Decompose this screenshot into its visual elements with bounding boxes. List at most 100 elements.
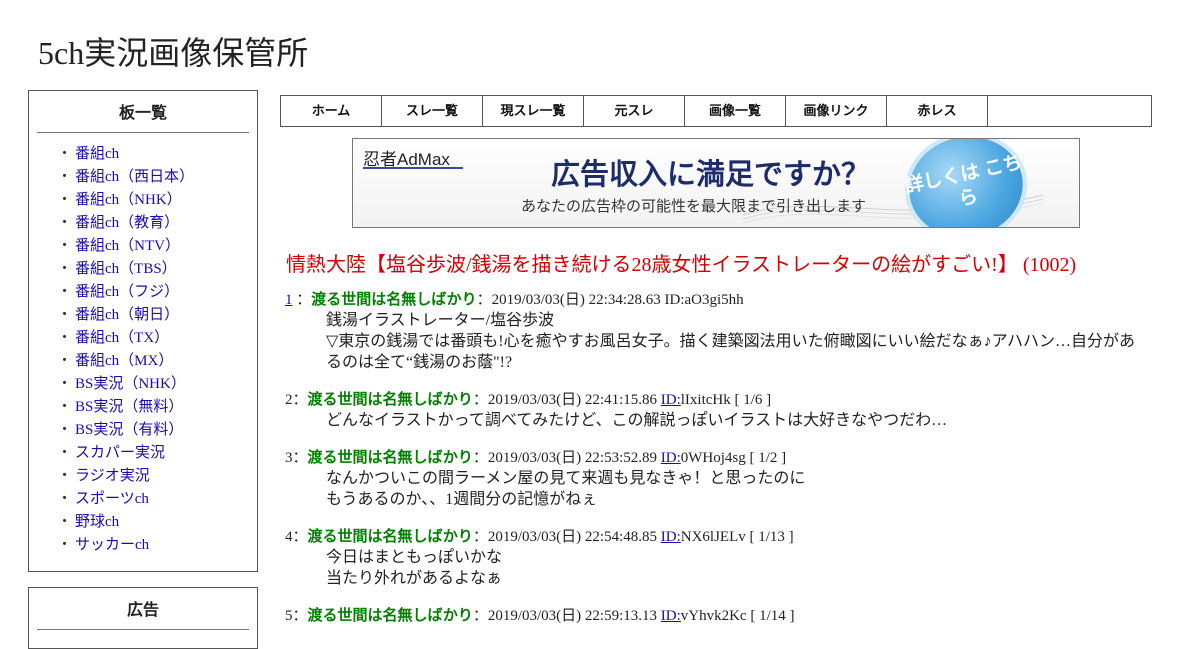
bullet: ・ (57, 261, 73, 277)
board-list-title: 板一覧 (37, 99, 249, 133)
board-list-item: ・サッカーch (29, 534, 257, 557)
board-link[interactable]: 番組ch（教育） (75, 215, 179, 231)
post-line: 今日はまともっぽいかな (326, 549, 503, 566)
post-date: 2019/03/03(日) 22:34:28.63 (491, 292, 661, 308)
bullet: ・ (57, 353, 73, 369)
board-link[interactable]: 番組ch（TBS） (75, 261, 177, 277)
post-id-value: aO3gi5hh (684, 292, 744, 308)
post-body: なんかついこの間ラーメン屋の見て来週も見なきゃ！と思ったのに もうあるのか、、1週… (326, 468, 1141, 510)
board-link[interactable]: ラジオ実況 (75, 468, 150, 484)
post-date: 2019/03/03(日) 22:41:15.86 (487, 392, 658, 408)
board-link[interactable]: BS実況（無料） (75, 399, 183, 415)
post-author-name: 渡る世間は名無しばかり (311, 291, 477, 308)
post-id-value: lIxitcHk (680, 392, 731, 408)
bullet: ・ (57, 284, 73, 300)
post-count: [ 1/14 ] (750, 608, 795, 624)
ad-panel: 広告 (28, 587, 258, 649)
bullet: ・ (57, 537, 73, 553)
board-list: ・番組ch ・番組ch（西日本）・番組ch（NHK）・番組ch（教育）・番組ch（… (29, 133, 257, 565)
bullet: ・ (57, 215, 73, 231)
post-author-name: 渡る世間は名無しばかり (307, 528, 473, 545)
post-id-value: vYhvk2Kc (680, 608, 747, 624)
bullet: ・ (57, 169, 73, 185)
post-number[interactable]: 1 (285, 292, 293, 308)
bullet: ・ (57, 238, 73, 254)
post-count: [ 1/2 ] (749, 450, 787, 466)
post-number: 5 (285, 608, 293, 624)
bullet: ・ (57, 514, 73, 530)
board-link[interactable]: 番組ch（MX） (75, 353, 173, 369)
board-link[interactable]: スカパー実況 (75, 445, 165, 461)
board-link[interactable]: スポーツch (75, 491, 149, 507)
post-header: 5：渡る世間は名無しばかり：2019/03/03(日) 22:59:13.13 … (285, 607, 795, 624)
post-author-name: 渡る世間は名無しばかり (307, 449, 473, 466)
post-id-value: NX6lJELv (680, 529, 746, 545)
post-header: 4：渡る世間は名無しばかり：2019/03/03(日) 22:54:48.85 … (285, 528, 794, 545)
board-link[interactable]: BS実況（有料） (75, 422, 183, 438)
post-date: 2019/03/03(日) 22:54:48.85 (487, 529, 658, 545)
nav-tab[interactable]: 赤レス (887, 96, 988, 126)
post: 4：渡る世間は名無しばかり：2019/03/03(日) 22:54:48.85 … (285, 527, 1155, 589)
board-link[interactable]: 野球ch (75, 514, 119, 530)
board-list-item: ・野球ch (29, 511, 257, 534)
board-list-item: ・番組ch（TBS） (29, 258, 257, 281)
board-link[interactable]: サッカーch (75, 537, 149, 553)
board-list-item: ・番組ch (29, 143, 257, 166)
board-link[interactable]: 番組ch（西日本） (75, 169, 194, 185)
nav-tab[interactable]: 現スレ一覧 (483, 96, 584, 126)
bullet: ・ (57, 307, 73, 323)
board-list-item: ・番組ch（MX） (29, 350, 257, 373)
bullet: ・ (57, 468, 73, 484)
post-header: 1 ：渡る世間は名無しばかり：2019/03/03(日) 22:34:28.63… (285, 291, 744, 308)
nav-tab[interactable]: スレ一覧 (382, 96, 483, 126)
nav-tab[interactable]: 元スレ (584, 96, 685, 126)
post: 3：渡る世間は名無しばかり：2019/03/03(日) 22:53:52.89 … (285, 448, 1155, 510)
post: 1 ：渡る世間は名無しばかり：2019/03/03(日) 22:34:28.63… (285, 290, 1155, 373)
post-id-value: 0WHoj4sg (680, 450, 746, 466)
nav-tab[interactable]: 画像一覧 (685, 96, 786, 126)
board-list-item: ・ BS実況（有料） (29, 419, 257, 442)
ad-panel-title: 広告 (37, 596, 249, 630)
board-link[interactable]: 番組ch（NHK） (75, 192, 182, 208)
site-title: 5ch実況画像保管所 (38, 35, 309, 71)
board-list-item: ・番組ch（NTV） (29, 235, 257, 258)
board-link[interactable]: BS実況（NHK） (75, 376, 186, 392)
board-link[interactable]: 番組ch (75, 146, 119, 162)
board-link[interactable]: 番組ch（NTV） (75, 238, 180, 254)
post-date: 2019/03/03(日) 22:53:52.89 (487, 450, 658, 466)
board-list-item: ・番組ch（西日本） (29, 166, 257, 189)
bullet: ・ (57, 330, 73, 346)
board-list-item: ・ BS実況（無料） (29, 396, 257, 419)
nav-tab[interactable]: 画像リンク (786, 96, 887, 126)
post-body: どんなイラストかって調べてみたけど、この解説っぽいイラストは大好きなやつだわ… (326, 410, 1141, 431)
banner-cta-button[interactable]: 詳しくは こちら (895, 139, 1037, 227)
post: 2：渡る世間は名無しばかり：2019/03/03(日) 22:41:15.86 … (285, 390, 1155, 431)
board-list-item: ・番組ch（教育） (29, 212, 257, 235)
board-list-item: ・ラジオ実況 (29, 465, 257, 488)
board-link[interactable]: 番組ch（フジ） (75, 284, 179, 300)
post: 5：渡る世間は名無しばかり：2019/03/03(日) 22:59:13.13 … (285, 606, 1155, 626)
nav-tab[interactable]: ホーム (281, 96, 382, 126)
post-list: 1 ：渡る世間は名無しばかり：2019/03/03(日) 22:34:28.63… (285, 290, 1155, 643)
bullet: ・ (57, 376, 73, 392)
post-id-label[interactable]: ID: (661, 392, 681, 408)
bullet: ・ (57, 445, 73, 461)
board-link[interactable]: 番組ch（朝日） (75, 307, 179, 323)
board-list-item: ・番組ch（TX） (29, 327, 257, 350)
post-body: 今日はまともっぽいかな 当たり外れがあるよなぁ (326, 547, 1141, 589)
post-id-label[interactable]: ID: (661, 608, 681, 624)
post-id-label: ID: (664, 292, 685, 308)
post-id-label[interactable]: ID: (661, 529, 681, 545)
main-nav: ホーム スレ一覧 現スレ一覧 元スレ 画像一覧 画像リンク 赤レス (280, 95, 1152, 127)
board-list-item: ・スポーツch (29, 488, 257, 511)
post-number: 3 (285, 450, 293, 466)
post-line: もうあるのか、、1週間分の記憶がねぇ (326, 491, 598, 508)
post-header: 3：渡る世間は名無しばかり：2019/03/03(日) 22:53:52.89 … (285, 449, 787, 466)
post-author-name: 渡る世間は名無しばかり (307, 391, 473, 408)
bullet: ・ (57, 399, 73, 415)
post-line: 銭湯イラストレーター/塩谷歩波 (326, 312, 555, 329)
post-id-label[interactable]: ID: (661, 450, 681, 466)
ad-banner[interactable]: 忍者AdMax 広告収入に満足ですか？ あなたの広告枠の可能性を最大限まで引き出… (352, 138, 1080, 228)
board-link[interactable]: 番組ch（TX） (75, 330, 169, 346)
banner-brand-underline (363, 167, 463, 169)
